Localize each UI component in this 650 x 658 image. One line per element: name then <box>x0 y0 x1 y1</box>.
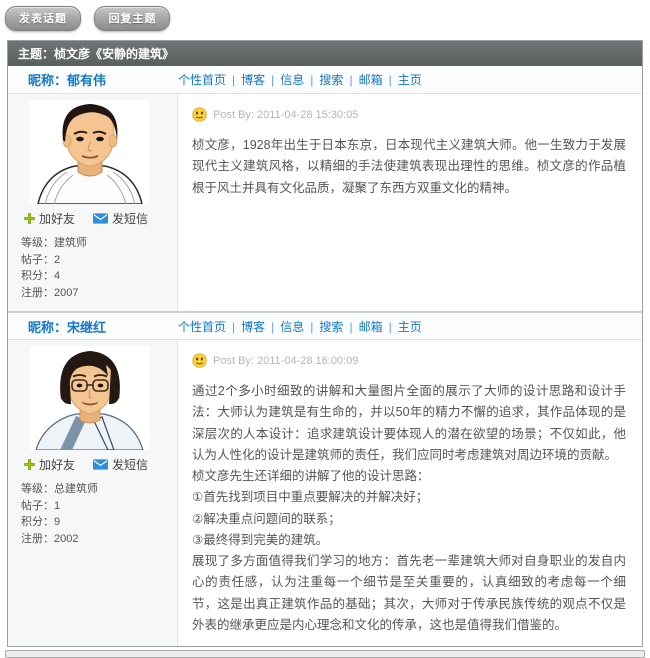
nickname-prefix: 昵称： <box>28 320 67 335</box>
post-1-actions: 加好友 发短信 <box>24 210 177 227</box>
send-message-label: 发短信 <box>112 210 148 227</box>
bottom-divider-bar <box>5 650 645 658</box>
toolbar: 发表话题 回复主题 <box>0 0 650 31</box>
add-friend-label: 加好友 <box>39 210 75 227</box>
stat-points: 积分：4 <box>21 268 177 285</box>
link-blog[interactable]: 博客 <box>241 320 265 334</box>
send-message-button[interactable]: 发短信 <box>93 210 148 227</box>
avatar-female-illustration <box>30 346 150 450</box>
link-separator: | <box>310 73 313 87</box>
link-blog[interactable]: 博客 <box>241 73 265 87</box>
link-search[interactable]: 搜索 <box>319 73 343 87</box>
add-friend-label: 加好友 <box>39 456 75 473</box>
link-separator: | <box>232 73 235 87</box>
post-2-nickname: 昵称：宋继红 <box>8 317 178 336</box>
post-2-body: 加好友 发短信 等级：总建筑师 帖子：1 积分：9 注册：2002 <box>8 340 642 646</box>
post-2-timestamp: Post By: 2011-04-28 16:00:09 <box>213 355 358 367</box>
stat-points: 积分：9 <box>21 514 177 531</box>
link-mailbox[interactable]: 邮箱 <box>359 320 383 334</box>
post-1-paragraph: 桢文彦，1928年出生于日本东京，日本现代主义建筑大师。他一生致力于发展现代主义… <box>192 135 626 199</box>
link-personal-home[interactable]: 个性首页 <box>178 73 226 87</box>
plus-icon <box>24 459 35 470</box>
stat-registered: 注册：2002 <box>21 531 177 548</box>
nickname-value: 宋继红 <box>67 320 106 335</box>
post-topic-button[interactable]: 发表话题 <box>5 6 81 31</box>
post-2-meta: Post By: 2011-04-28 16:00:09 <box>192 353 626 368</box>
post-1-body: 加好友 发短信 等级：建筑师 帖子：2 积分：4 注册：2007 <box>8 94 642 312</box>
post-2-paragraph: ①首先找到项目中重点要解决的并解决好； <box>192 487 626 508</box>
stat-posts: 帖子：1 <box>21 498 177 515</box>
add-friend-button[interactable]: 加好友 <box>24 210 75 227</box>
post-1-meta: Post By: 2011-04-28 15:30:05 <box>192 107 626 122</box>
post-1-sidebar: 加好友 发短信 等级：建筑师 帖子：2 积分：4 注册：2007 <box>8 94 178 311</box>
send-message-label: 发短信 <box>112 456 148 473</box>
avatar-male-illustration <box>30 100 150 204</box>
post-2-paragraph: 通过2个多小时细致的讲解和大量图片全面的展示了大师的设计思路和设计手法：大师认为… <box>192 381 626 466</box>
link-separator: | <box>310 320 313 334</box>
link-separator: | <box>232 320 235 334</box>
nickname-prefix: 昵称： <box>28 73 67 88</box>
link-separator: | <box>271 73 274 87</box>
post-1-header: 昵称：郁有伟 个性首页 | 博客 | 信息 | 搜索 | 邮箱 | 主页 <box>8 66 642 94</box>
link-info[interactable]: 信息 <box>280 320 304 334</box>
envelope-icon <box>93 213 108 224</box>
post-2-header: 昵称：宋继红 个性首页 | 博客 | 信息 | 搜索 | 邮箱 | 主页 <box>8 312 642 340</box>
post-2-stats: 等级：总建筑师 帖子：1 积分：9 注册：2002 <box>21 481 177 547</box>
stat-level: 等级：建筑师 <box>21 235 177 252</box>
reply-topic-button[interactable]: 回复主题 <box>94 6 170 31</box>
link-search[interactable]: 搜索 <box>319 320 343 334</box>
link-separator: | <box>389 73 392 87</box>
post-1-stats: 等级：建筑师 帖子：2 积分：4 注册：2007 <box>21 235 177 301</box>
post-2: 昵称：宋继红 个性首页 | 博客 | 信息 | 搜索 | 邮箱 | 主页 <box>8 312 642 646</box>
plus-icon <box>24 213 35 224</box>
link-info[interactable]: 信息 <box>280 73 304 87</box>
link-separator: | <box>349 320 352 334</box>
post-2-content: Post By: 2011-04-28 16:00:09 通过2个多小时细致的讲… <box>178 340 642 646</box>
post-2-paragraph: 桢文彦先生还详细的讲解了他的设计思路： <box>192 466 626 487</box>
link-separator: | <box>349 73 352 87</box>
stat-registered: 注册：2007 <box>21 285 177 302</box>
smiley-icon <box>192 107 207 122</box>
thread-title: 主题：桢文彦《安静的建筑》 <box>8 41 642 66</box>
add-friend-button[interactable]: 加好友 <box>24 456 75 473</box>
stat-posts: 帖子：2 <box>21 252 177 269</box>
smiley-icon <box>192 353 207 368</box>
stat-level: 等级：总建筑师 <box>21 481 177 498</box>
post-1-timestamp: Post By: 2011-04-28 15:30:05 <box>213 109 358 121</box>
post-1-content: Post By: 2011-04-28 15:30:05 桢文彦，1928年出生… <box>178 94 642 311</box>
post-2-user-links: 个性首页 | 博客 | 信息 | 搜索 | 邮箱 | 主页 <box>178 318 422 335</box>
post-1-nickname: 昵称：郁有伟 <box>8 70 178 89</box>
post-2-actions: 加好友 发短信 <box>24 456 177 473</box>
send-message-button[interactable]: 发短信 <box>93 456 148 473</box>
nickname-value: 郁有伟 <box>67 73 106 88</box>
envelope-icon <box>93 459 108 470</box>
post-1: 昵称：郁有伟 个性首页 | 博客 | 信息 | 搜索 | 邮箱 | 主页 <box>8 66 642 312</box>
link-separator: | <box>389 320 392 334</box>
link-homepage[interactable]: 主页 <box>398 73 422 87</box>
post-2-paragraph: ③最终得到完美的建筑。 <box>192 530 626 551</box>
link-separator: | <box>271 320 274 334</box>
link-homepage[interactable]: 主页 <box>398 320 422 334</box>
post-2-paragraph: 展现了多方面值得我们学习的地方：首先老一辈建筑大师对自身职业的发自内心的责任感，… <box>192 551 626 636</box>
post-1-user-links: 个性首页 | 博客 | 信息 | 搜索 | 邮箱 | 主页 <box>178 71 422 88</box>
post-2-paragraph: ②解决重点问题间的联系； <box>192 509 626 530</box>
link-mailbox[interactable]: 邮箱 <box>359 73 383 87</box>
post-2-sidebar: 加好友 发短信 等级：总建筑师 帖子：1 积分：9 注册：2002 <box>8 340 178 646</box>
thread-panel: 主题：桢文彦《安静的建筑》 昵称：郁有伟 个性首页|博客|信息|搜索|邮箱|主页 <box>7 40 643 647</box>
link-personal-home[interactable]: 个性首页 <box>178 320 226 334</box>
